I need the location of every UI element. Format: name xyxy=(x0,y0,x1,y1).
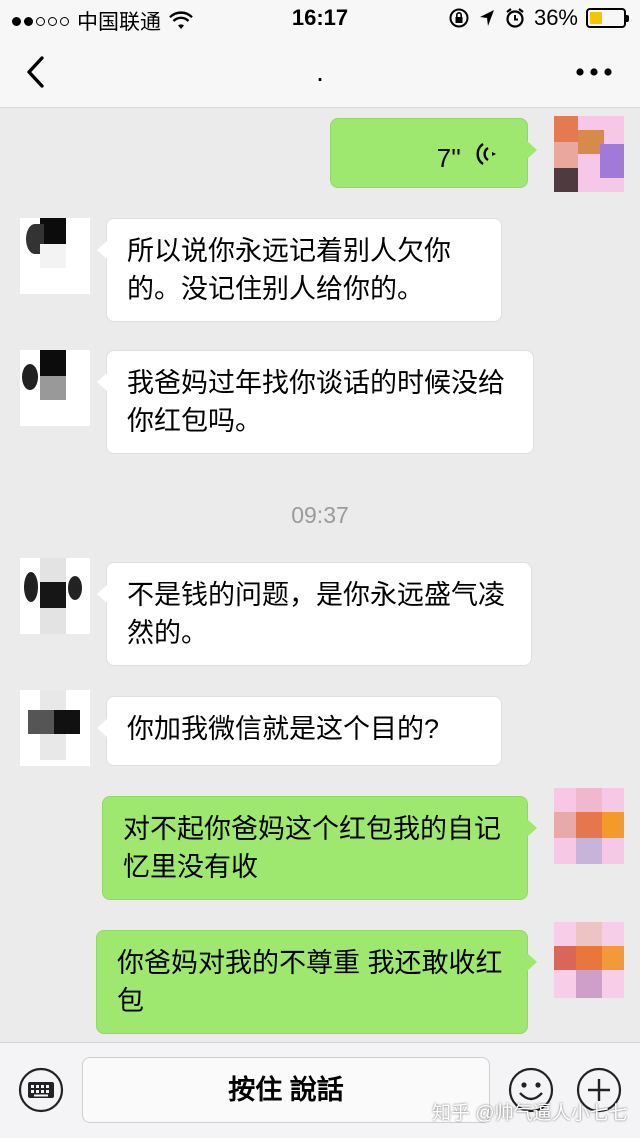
message-text: 我爸妈过年找你谈话的时候没给你红包吗。 xyxy=(127,368,505,436)
voice-wave-icon xyxy=(476,143,496,165)
location-arrow-icon xyxy=(479,10,494,26)
message-text: 你爸妈对我的不尊重 我还敢收红包 xyxy=(117,948,503,1016)
battery-fill xyxy=(590,12,602,24)
message-text: 所以说你永远记着别人欠你的。没记住别人给你的。 xyxy=(127,236,451,304)
outgoing-message-bubble: 你爸妈对我的不尊重 我还敢收红包 xyxy=(96,930,537,1034)
incoming-message-bubble: 我爸妈过年找你谈话的时候没给你红包吗。 xyxy=(97,350,534,454)
status-bar: 中国联通 16:17 36% xyxy=(0,0,640,36)
incoming-message-bubble: 你加我微信就是这个目的? xyxy=(97,696,502,766)
alarm-icon xyxy=(506,8,524,28)
contact-avatar[interactable] xyxy=(20,218,90,294)
message-text: 不是钱的问题，是你永远盛气凌然的。 xyxy=(127,580,505,648)
hold-to-talk-button[interactable]: 按住 說話 xyxy=(82,1057,490,1123)
more-options-icon[interactable] xyxy=(574,60,614,84)
my-avatar[interactable] xyxy=(554,922,624,998)
outgoing-message-bubble: 对不起你爸妈这个红包我的自记忆里没有收 xyxy=(102,796,537,900)
voice-message-bubble[interactable]: 7'' xyxy=(330,118,537,188)
chat-timestamp: 09:37 xyxy=(291,502,349,528)
nav-bar: . xyxy=(0,36,640,108)
contact-avatar[interactable] xyxy=(20,350,90,426)
message-text: 你加我微信就是这个目的? xyxy=(127,714,440,744)
contact-avatar[interactable] xyxy=(20,558,90,634)
voice-duration: 7'' xyxy=(436,143,461,173)
message-text: 对不起你爸妈这个红包我的自记忆里没有收 xyxy=(123,814,501,882)
orientation-lock-icon xyxy=(449,8,469,28)
chat-title: . xyxy=(316,56,324,87)
battery-percent: 36% xyxy=(533,5,578,30)
watermark: 知乎 @帅气逼人小七七 xyxy=(432,1103,628,1124)
status-right: 36% xyxy=(448,5,629,31)
incoming-message-bubble: 不是钱的问题，是你永远盛气凌然的。 xyxy=(97,562,532,666)
contact-avatar[interactable] xyxy=(20,690,90,766)
keyboard-icon[interactable] xyxy=(18,1067,64,1113)
my-avatar[interactable] xyxy=(554,788,624,864)
my-avatar[interactable] xyxy=(554,116,624,192)
battery-icon xyxy=(586,8,629,28)
incoming-message-bubble: 所以说你永远记着别人欠你的。没记住别人给你的。 xyxy=(97,218,502,322)
